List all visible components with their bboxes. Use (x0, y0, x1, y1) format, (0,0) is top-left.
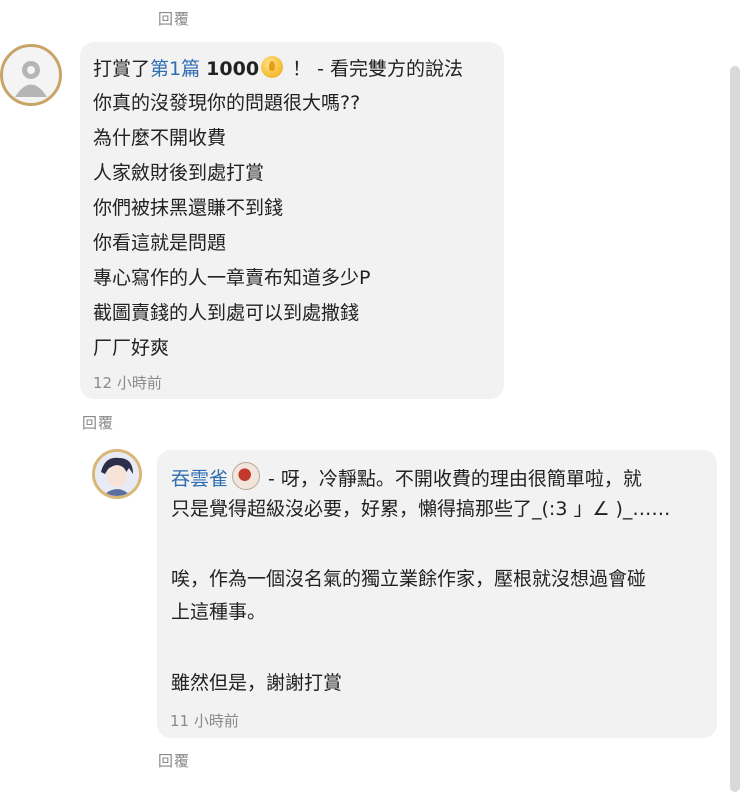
author-reply-line: 只是覺得超級沒必要，好累，懶得搞那些了_(:3 」∠ )_…… (171, 498, 671, 520)
author-reply-header-line: 吞雲雀 - 呀，冷靜點。不開收費的理由很簡單啦，就 (171, 462, 642, 491)
scrollbar[interactable] (730, 66, 740, 792)
author-reply-first-line: - 呀，冷靜點。不開收費的理由很簡單啦，就 (268, 468, 642, 490)
author-reply-line: 唉，作為一個沒名氣的獨立業餘作家，壓根就沒想過會碰 (171, 568, 647, 590)
comment-line: 專心寫作的人一章賣布知道多少P (93, 267, 371, 289)
comment-line: 你看這就是問題 (93, 232, 227, 254)
tip-suffix: ！ - 看完雙方的說法 (292, 58, 464, 80)
comment-timestamp: 12 小時前 (93, 374, 162, 392)
author-name-link[interactable]: 吞雲雀 (171, 468, 228, 490)
coin-icon (261, 56, 284, 78)
author-badge-icon (232, 462, 261, 490)
comment-line: 厂厂好爽 (93, 337, 170, 359)
author-reply-timestamp: 11 小時前 (170, 712, 239, 730)
author-reply-line: 上這種事。 (171, 601, 267, 623)
reply-link-author-reply[interactable]: 回覆 (158, 750, 190, 771)
comment-line: 截圖賣錢的人到處可以到處撒錢 (93, 302, 360, 324)
comment-bubble: 打賞了第1篇 1000 ！ - 看完雙方的說法 你真的沒發現你的問題很大嗎?? … (80, 42, 504, 399)
chapter-link[interactable]: 第1篇 (150, 58, 200, 80)
comment-line: 為什麼不開收費 (93, 127, 227, 149)
author-reply-bubble: 吞雲雀 - 呀，冷靜點。不開收費的理由很簡單啦，就 只是覺得超級沒必要，好累，懶得… (157, 450, 717, 738)
tip-prefix: 打賞了 (93, 58, 151, 80)
tip-amount: 1000 (206, 58, 260, 80)
reply-link-comment[interactable]: 回覆 (82, 412, 114, 433)
author-reply-line: 雖然但是，謝謝打賞 (171, 672, 343, 694)
default-avatar-icon[interactable] (0, 44, 62, 106)
comment-header-line: 打賞了第1篇 1000 ！ - 看完雙方的說法 (93, 56, 463, 81)
comment-line: 人家斂財後到處打賞 (93, 162, 265, 184)
comment-line: 你們被抹黑還賺不到錢 (93, 197, 284, 219)
comment-line: 你真的沒發現你的問題很大嗎?? (93, 92, 361, 114)
reply-link-top[interactable]: 回覆 (158, 8, 190, 29)
author-avatar-icon[interactable] (92, 449, 142, 499)
